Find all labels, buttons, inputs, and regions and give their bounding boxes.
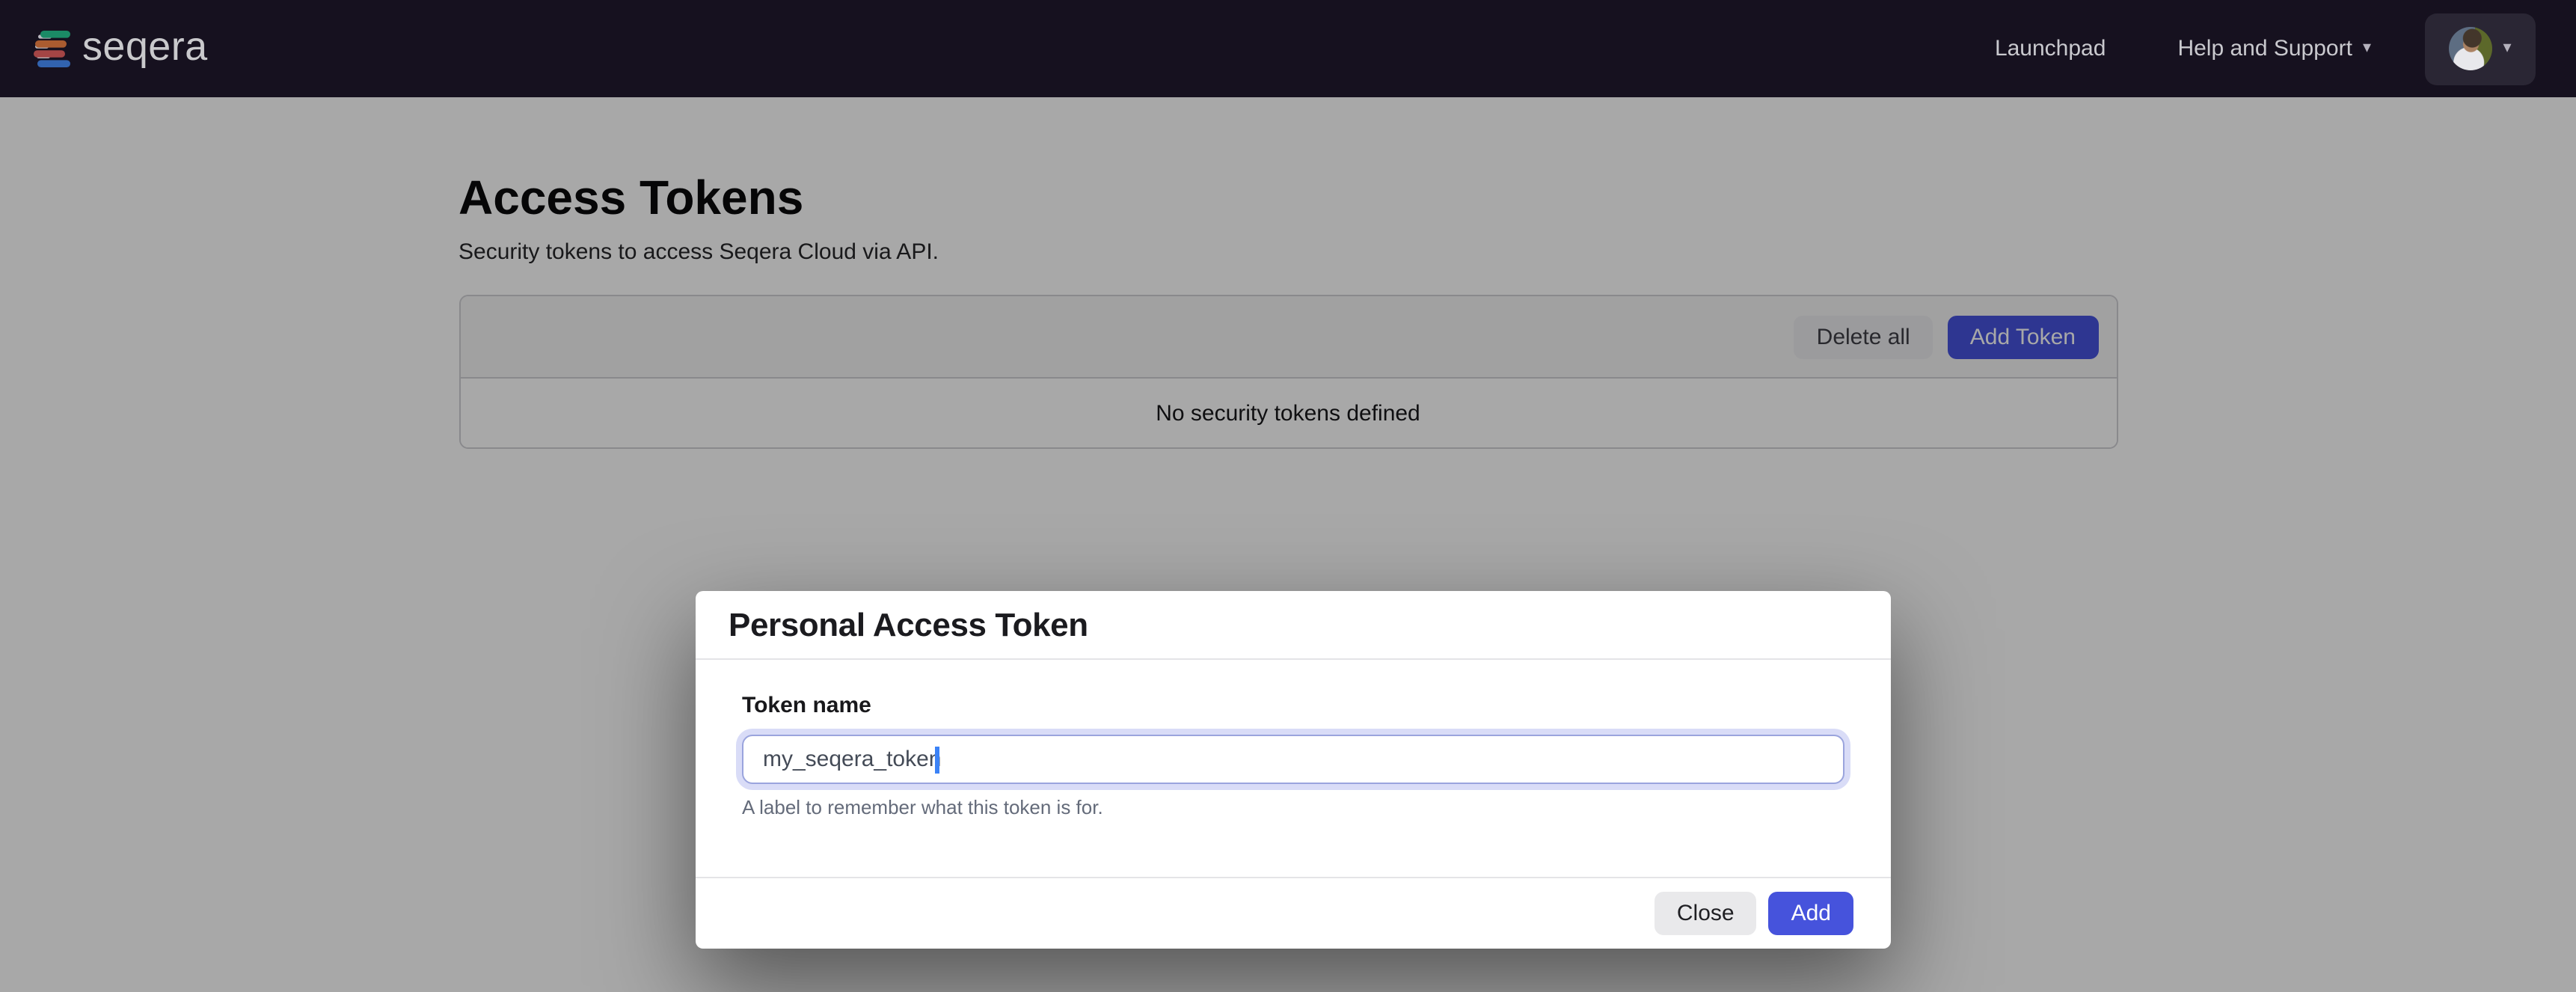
modal-footer: Close Add: [696, 877, 1891, 949]
app-root: seqera Launchpad Help and Support ▾ ▾ Ac…: [0, 0, 2576, 992]
token-name-input-wrap: [742, 735, 1844, 784]
caret-down-icon: ▾: [2363, 40, 2371, 57]
top-navbar: seqera Launchpad Help and Support ▾ ▾: [0, 0, 2576, 97]
token-name-helper-text: A label to remember what this token is f…: [742, 796, 1844, 818]
modal-body: Token name A label to remember what this…: [696, 660, 1891, 877]
token-name-label: Token name: [742, 693, 1844, 718]
navbar-right: Launchpad Help and Support ▾ ▾: [1959, 13, 2536, 85]
token-name-input[interactable]: [742, 735, 1844, 784]
seqera-logo-icon: [33, 29, 72, 68]
nav-link-launchpad[interactable]: Launchpad: [1959, 36, 2142, 61]
text-cursor: [935, 747, 939, 774]
nav-link-help-label: Help and Support: [2177, 36, 2352, 61]
add-button[interactable]: Add: [1769, 892, 1853, 935]
caret-down-icon: ▾: [2503, 40, 2511, 57]
modal-header: Personal Access Token: [696, 591, 1891, 660]
user-menu-button[interactable]: ▾: [2425, 13, 2536, 85]
main-content: Access Tokens Security tokens to access …: [0, 97, 2576, 992]
modal-title: Personal Access Token: [729, 605, 1088, 644]
seqera-logo[interactable]: seqera: [33, 29, 208, 68]
nav-link-launchpad-label: Launchpad: [1995, 36, 2106, 61]
avatar: [2449, 27, 2492, 70]
close-button[interactable]: Close: [1655, 892, 1757, 935]
personal-access-token-modal: Personal Access Token Token name A label…: [696, 591, 1891, 949]
nav-link-help-and-support[interactable]: Help and Support ▾: [2141, 36, 2407, 61]
seqera-logo-text: seqera: [82, 26, 208, 67]
